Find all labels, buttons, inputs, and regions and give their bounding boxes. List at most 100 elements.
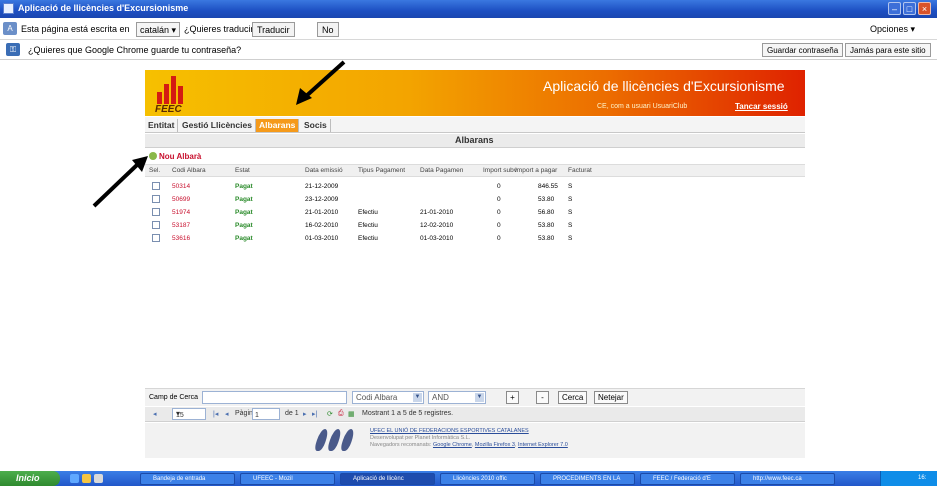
row-checkbox[interactable] (152, 221, 160, 229)
excel-export-icon[interactable]: ▦ (348, 410, 355, 418)
taskbar-item[interactable]: UFEEC - Mozil (240, 473, 335, 485)
search-operator-select[interactable]: AND ▼ (428, 391, 486, 404)
albara-code[interactable]: 51974 (172, 209, 190, 216)
password-message: ¿Quieres que Google Chrome guarde tu con… (28, 45, 242, 55)
menu-item-entitat[interactable]: Entitat (145, 119, 179, 132)
quicklaunch-icon[interactable] (94, 474, 103, 483)
column-header[interactable]: Facturat (568, 167, 592, 174)
never-save-button[interactable]: Jamás para este sitio (845, 43, 931, 57)
quicklaunch-icon[interactable] (82, 474, 91, 483)
emission-date: 16-02-2010 (305, 222, 339, 229)
first-page-icon[interactable]: |◂ (213, 410, 218, 418)
taskbar-item[interactable]: FEEC / Federació d'E (640, 473, 735, 485)
password-infobar: ⚿ ¿Quieres que Google Chrome guarde tu c… (0, 40, 937, 60)
page-input[interactable]: 1 (252, 408, 280, 420)
refresh-icon[interactable]: ⟳ (327, 410, 333, 418)
table-row[interactable]: 51974 Pagat 21-01-2010 Efectiu 21-01-2010 0 56… (145, 206, 805, 219)
albara-code[interactable]: 53187 (172, 222, 190, 229)
column-header[interactable]: Codi Albara (172, 167, 206, 174)
clear-button[interactable]: Netejar (594, 391, 628, 404)
column-header[interactable]: Data emissió (305, 167, 343, 174)
search-input[interactable] (202, 391, 347, 404)
taskbar-item[interactable]: Aplicació de llicènc (340, 473, 435, 485)
payment-type: Efectiu (358, 209, 378, 216)
close-button[interactable]: × (918, 2, 931, 15)
row-checkbox[interactable] (152, 234, 160, 242)
app-container: FEEC Aplicació de llicències d'Excursion… (145, 70, 805, 458)
pager-status: Mostrant 1 a 5 de 5 registres. (362, 410, 454, 417)
table-row[interactable]: 53187 Pagat 16-02-2010 Efectiu 12-02-2010 0 53… (145, 219, 805, 232)
column-header[interactable]: Tipus Pagament (358, 167, 405, 174)
menu-item-albarans[interactable]: Albarans (256, 119, 300, 132)
albara-state: Pagat (235, 209, 253, 216)
add-condition-button[interactable]: + (506, 391, 519, 404)
app-title: Aplicació de llicències d'Excursionisme (543, 78, 785, 94)
ie-link[interactable]: Internet Explorer 7.0 (518, 442, 568, 448)
remove-condition-button[interactable]: - (536, 391, 549, 404)
chrome-link[interactable]: Google Chrome (433, 442, 472, 448)
albarans-grid: Sel. Codi Albara Estat Data emissió Tipu… (145, 164, 805, 386)
translate-message: Esta página está escrita en (21, 24, 130, 34)
last-page-icon[interactable]: ▸| (312, 410, 317, 418)
save-password-button[interactable]: Guardar contraseña (762, 43, 844, 57)
taskbar-item[interactable]: Llicències 2010 offic (440, 473, 535, 485)
subsidy-amount: 0 (497, 183, 501, 190)
start-button[interactable]: Inicio (0, 471, 60, 486)
menu-item-socis[interactable]: Socis (301, 119, 331, 132)
pdf-export-icon[interactable]: ⎙ (338, 410, 344, 418)
column-header[interactable]: Import subv (483, 167, 517, 174)
search-label: Camp de Cerca (149, 394, 199, 401)
firefox-link[interactable]: Mozilla Firefox 3 (475, 442, 515, 448)
maximize-button[interactable]: □ (903, 2, 916, 15)
chevron-down-icon: ▼ (475, 393, 484, 402)
search-field-select[interactable]: Codi Albara ▼ (352, 391, 424, 404)
chevron-down-icon: ▼ (413, 393, 422, 402)
logo-text: FEEC (155, 104, 182, 115)
language-select[interactable]: catalán ▾ (136, 22, 180, 37)
column-header[interactable]: Estat (235, 167, 250, 174)
footer-org-link[interactable]: UFEC EL UNIÓ DE FEDERACIONS ESPORTIVES C… (370, 428, 529, 434)
amount-to-pay: 53.80 (538, 235, 555, 242)
taskbar-item[interactable]: http://www.feec.ca (740, 473, 835, 485)
new-albara-link[interactable]: Nou Albarà (149, 152, 201, 161)
albara-code[interactable]: 50314 (172, 183, 190, 190)
albara-code[interactable]: 50699 (172, 196, 190, 203)
invoiced-flag: S (568, 196, 573, 203)
taskbar-item[interactable]: Bandeja de entrada (140, 473, 235, 485)
language-select-value: catalán (140, 25, 170, 35)
logo-bar (171, 76, 176, 104)
next-page-icon[interactable]: ▸ (303, 410, 307, 418)
taskbar-item[interactable]: PROCEDIMENTS EN LA (540, 473, 635, 485)
table-row[interactable]: 50314 Pagat 21-12-2009 0 846.55 S (145, 180, 805, 193)
system-tray (880, 471, 937, 486)
menu-item-gestio-llicencies[interactable]: Gestió Llicències (179, 119, 256, 132)
quicklaunch-icon[interactable] (70, 474, 79, 483)
translate-button[interactable]: Traducir (252, 22, 295, 37)
logout-link[interactable]: Tancar sessió (735, 102, 788, 111)
page-size-select[interactable]: 15 ▾ (172, 408, 206, 420)
amount-to-pay: 53.80 (538, 196, 555, 203)
no-translate-button[interactable]: No (317, 22, 339, 37)
annotation-arrow-icon (92, 156, 148, 208)
translate-infobar: A Esta página está escrita en catalán ▾ … (0, 18, 937, 40)
feec-logo: FEEC (153, 75, 189, 115)
column-header[interactable]: Import a pagar (515, 167, 557, 174)
translate-options-menu[interactable]: Opciones ▾ (870, 24, 915, 35)
translate-options-label: Opciones (870, 24, 909, 34)
table-row[interactable]: 53616 Pagat 01-03-2010 Efectiu 01-03-2010 0 53… (145, 232, 805, 245)
invoiced-flag: S (568, 222, 573, 229)
albara-code[interactable]: 53616 (172, 235, 190, 242)
payment-type: Efectiu (358, 235, 378, 242)
app-icon (3, 3, 14, 14)
footer: UFEC EL UNIÓ DE FEDERACIONS ESPORTIVES C… (145, 423, 805, 458)
footer-developer: Desenvolupat per Planet Informàtica S.L. (370, 435, 471, 441)
pager-menu-icon[interactable]: ◂ (153, 410, 157, 418)
albara-state: Pagat (235, 183, 253, 190)
search-button[interactable]: Cerca (558, 391, 588, 404)
column-header[interactable]: Data Pagamen (420, 167, 463, 174)
annotation-arrow-icon (296, 60, 346, 105)
minimize-button[interactable]: – (888, 2, 901, 15)
prev-page-icon[interactable]: ◂ (225, 410, 229, 418)
window-title-bar: Aplicació de llicències d'Excursionisme … (0, 0, 937, 18)
table-row[interactable]: 50699 Pagat 23-12-2009 0 53.80 S (145, 193, 805, 206)
